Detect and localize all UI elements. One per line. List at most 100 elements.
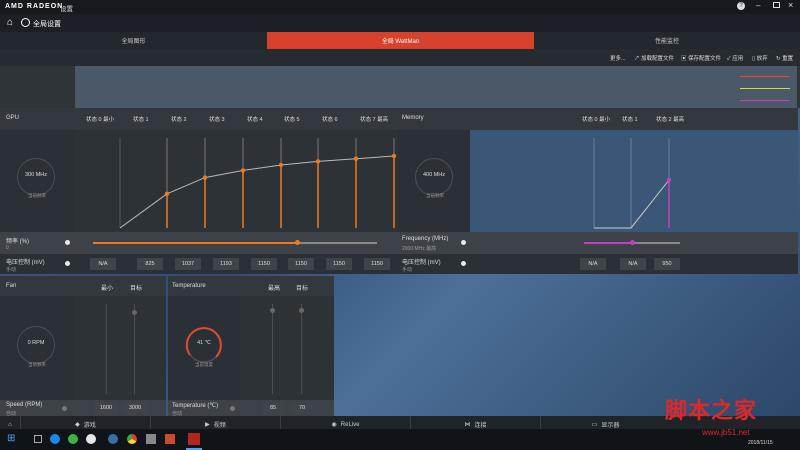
fan-speed-gauge: 0 RPM	[17, 326, 55, 364]
memory-clock-gauge: 400 MHz	[415, 158, 453, 196]
fan-min-track[interactable]	[106, 304, 107, 394]
gpu-frequency-label: 频率 (%)	[6, 239, 29, 245]
temperature-target-knob[interactable]	[299, 308, 304, 313]
temperature-target-track[interactable]	[301, 304, 302, 394]
memory-gauge-panel: 400 MHz 当前频率	[398, 130, 470, 232]
temperature-col-target: 目标	[296, 286, 309, 292]
steam-icon[interactable]	[108, 434, 118, 444]
wechat-icon[interactable]	[68, 434, 78, 444]
discard-button[interactable]: ▯ 放弃	[752, 54, 768, 62]
temperature-max-knob[interactable]	[270, 308, 275, 313]
memory-voltage-mode: 手动	[402, 267, 413, 273]
windows-taskbar: ⊞ 2018/11/15	[0, 429, 800, 450]
gpu-voltage-value[interactable]: 1150	[251, 258, 277, 270]
temperature-max-track[interactable]	[272, 304, 273, 394]
memory-clock-value: 400 MHz	[422, 172, 445, 178]
gpu-frequency-toggle[interactable]	[65, 240, 70, 245]
app-icon[interactable]	[165, 434, 175, 444]
apply-button[interactable]: ✓ 应用	[727, 54, 743, 62]
temperature-title: Temperature	[172, 283, 206, 289]
memory-clock-label: 当前频率	[426, 193, 444, 198]
gpu-state-header: 状态 1	[133, 117, 149, 123]
maximize-button[interactable]	[773, 2, 780, 8]
gpu-slider-knob[interactable]	[295, 240, 301, 245]
memory-state-point[interactable]	[666, 177, 672, 183]
gpu-state-point[interactable]	[315, 159, 321, 164]
gpu-voltage-value[interactable]: 1150	[326, 258, 352, 270]
gpu-state-point[interactable]	[164, 191, 170, 196]
gpu-voltage-value[interactable]: 1037	[175, 258, 201, 270]
memory-frequency-slider[interactable]	[584, 240, 680, 245]
fan-speed-toggle[interactable]	[62, 406, 67, 411]
gpu-voltage-value[interactable]: 825	[137, 258, 163, 270]
gpu-state-header: 状态 4	[247, 117, 263, 123]
share-icon: ⋈	[464, 422, 471, 428]
gpu-title: GPU	[6, 115, 20, 121]
minimize-button[interactable]: –	[756, 1, 760, 10]
gpu-state-point[interactable]	[202, 175, 208, 180]
temperature-slider-panel	[240, 296, 334, 400]
globe-icon	[21, 18, 30, 27]
gpu-state-point[interactable]	[278, 162, 284, 168]
memory-frequency-toggle[interactable]	[461, 240, 466, 245]
memory-voltage-curve[interactable]	[470, 130, 798, 232]
legend-line-temperature	[740, 76, 790, 77]
tab-global-wattman[interactable]: 全局 WattMan	[267, 32, 534, 49]
header-bar: ⌂ 全局设置	[0, 14, 800, 32]
radeon-settings-taskbar-icon[interactable]	[188, 433, 200, 445]
gpu-voltage-value[interactable]: 1150	[288, 258, 314, 270]
memory-voltage-value[interactable]: N/A	[580, 258, 606, 270]
fan-speed-gauge-label: 当前频率	[28, 362, 46, 367]
watermark-url: www.jb51.net	[702, 428, 750, 437]
memory-voltage-value[interactable]: N/A	[620, 258, 646, 270]
fan-min-value[interactable]: 1600	[94, 402, 118, 414]
gpu-state-point[interactable]	[391, 153, 397, 159]
gpu-voltage-value[interactable]: 1193	[213, 258, 239, 270]
explorer-icon[interactable]	[146, 434, 156, 444]
qq-icon[interactable]	[86, 434, 96, 444]
gpu-voltage-value[interactable]: 1150	[364, 258, 390, 270]
gpu-voltage-value[interactable]: N/A	[90, 258, 116, 270]
fan-speed-label: Speed (RPM)	[6, 402, 43, 408]
gpu-state-point[interactable]	[240, 168, 246, 173]
nav-label: ReLive	[340, 421, 360, 428]
fan-speed-row: Speed (RPM) 自动 1600 3000	[0, 400, 166, 417]
memory-voltage-value[interactable]: 950	[654, 258, 680, 270]
gpu-voltage-toggle[interactable]	[65, 261, 70, 266]
home-icon[interactable]: ⌂	[7, 17, 13, 28]
gpu-frequency-slider[interactable]	[93, 240, 377, 245]
fan-target-value[interactable]: 3000	[123, 402, 147, 414]
temperature-toggle[interactable]	[230, 406, 235, 411]
close-button[interactable]: ×	[788, 0, 793, 10]
memory-state-header: 状态 1	[622, 117, 638, 123]
brand-logo: AMD RADEON	[5, 3, 64, 10]
temperature-target-value[interactable]: 70	[291, 402, 313, 414]
memory-voltage-label: 电压控制 (mV)	[402, 260, 441, 266]
gpu-state-header: 状态 3	[209, 117, 225, 123]
chrome-icon[interactable]	[127, 434, 137, 444]
monitor-icon: ▭	[591, 422, 598, 428]
fan-target-track[interactable]	[134, 304, 135, 394]
windows-start-icon[interactable]: ⊞	[7, 433, 15, 444]
task-view-icon[interactable]	[34, 435, 42, 443]
gpu-curve-line	[119, 155, 395, 229]
save-profile-button[interactable]: ▣ 保存配置文件	[681, 54, 721, 62]
temperature-max-value[interactable]: 85	[262, 402, 284, 414]
memory-slider-knob[interactable]	[630, 240, 635, 245]
load-profile-button[interactable]: ↗ 加载配置文件	[634, 54, 674, 62]
gamepad-icon: ◆	[75, 422, 80, 428]
gpu-state-point[interactable]	[353, 156, 359, 161]
memory-voltage-toggle[interactable]	[461, 261, 466, 266]
fan-target-knob[interactable]	[132, 310, 137, 315]
more-button[interactable]: 更多...	[610, 54, 626, 62]
gpu-voltage-row: 电压控制 (mV) 手动 N/A 825 1037 1193 1150 1150 1150 1…	[0, 254, 398, 274]
tab-global-graphics[interactable]: 全局图形	[0, 32, 267, 49]
edge-icon[interactable]	[50, 434, 60, 444]
tab-performance-monitor[interactable]: 性能监控	[534, 32, 800, 49]
relive-icon: ◉	[331, 422, 337, 428]
reset-button[interactable]: ↻ 重置	[776, 54, 793, 62]
history-graph-strip	[0, 66, 800, 108]
gpu-voltage-curve[interactable]	[75, 130, 398, 232]
memory-frequency-label: Frequency (MHz)	[402, 236, 449, 242]
help-icon[interactable]: ?	[737, 2, 745, 10]
